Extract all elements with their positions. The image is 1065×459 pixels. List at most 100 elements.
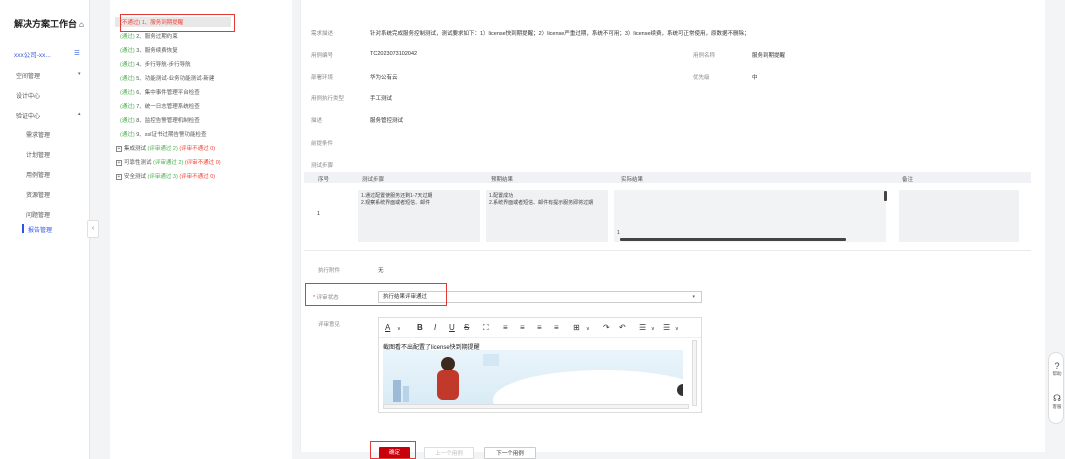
italic-icon[interactable]: I xyxy=(434,323,436,332)
exec-type-label: 用例执行类型 xyxy=(311,96,345,102)
tree-item[interactable]: (通过) 6、集中事件管理平台检查 xyxy=(120,88,200,96)
caret-down-icon: ▾ xyxy=(692,294,695,300)
nav-verification-center[interactable]: 验证中心 ▴ xyxy=(16,111,81,120)
desc-label: 描述 xyxy=(311,118,323,124)
nav-design-center[interactable]: 设计中心 xyxy=(16,91,40,100)
sidebar-item-reports[interactable]: 报告管理 xyxy=(28,225,52,234)
chevron-down-icon: ▾ xyxy=(78,71,81,77)
divider xyxy=(304,250,1031,251)
help-button[interactable]: ? 帮助 xyxy=(1049,361,1065,377)
editor-horizontal-scrollbar[interactable] xyxy=(383,404,689,409)
desc-value: 服务管控测试 xyxy=(370,118,404,124)
app-brand[interactable]: 解决方案工作台 ⌂ xyxy=(14,17,84,30)
attach-label: 执行附件 xyxy=(318,268,341,274)
row-step: 1.通过配置使服务还剩1-7天过期 2.观察系统界面或者短信、邮件 xyxy=(358,190,480,242)
th-remark: 备注 xyxy=(902,177,914,183)
bullet-list-icon[interactable]: ☰ xyxy=(639,323,646,332)
company-selector[interactable]: xxx公司-xx... ☰ xyxy=(14,49,80,59)
actual-result-field[interactable]: 1 xyxy=(614,190,886,242)
tree-item[interactable]: (通过) 5、功能测试-业务功能测试-新建 xyxy=(120,74,214,82)
tree-group-reliability[interactable]: + 可靠性测试 (评审通过 2) (评审不通过 0) xyxy=(116,158,221,166)
highlight-box xyxy=(305,283,447,306)
bold-icon[interactable]: B xyxy=(417,323,423,332)
sidebar-item-cases[interactable]: 用例管理 xyxy=(26,170,50,179)
sidebar-item-resources[interactable]: 资源管理 xyxy=(26,190,50,199)
undo-icon[interactable]: ↶ xyxy=(619,323,626,332)
fullscreen-icon[interactable]: ⛶ xyxy=(483,323,489,333)
strikethrough-icon[interactable]: S xyxy=(464,323,469,332)
precondition-label: 前提条件 xyxy=(311,141,334,147)
steps-table-header xyxy=(304,172,1031,183)
next-case-button[interactable]: 下一个用例 xyxy=(484,447,536,459)
align-right-icon[interactable]: ≡ xyxy=(537,323,542,332)
expand-icon[interactable]: + xyxy=(116,173,122,180)
priority-value: 中 xyxy=(752,75,758,81)
steps-label: 测试步骤 xyxy=(311,163,334,169)
tree-item[interactable]: (通过) 4、步行导航-步行导航 xyxy=(120,60,191,68)
env-value: 华为公有云 xyxy=(370,75,398,81)
expand-icon[interactable]: + xyxy=(116,159,122,166)
underline-icon[interactable]: U xyxy=(449,323,455,332)
expand-icon[interactable]: + xyxy=(116,145,122,152)
tree-group-security[interactable]: + 安全测试 (评审通过 3) (评审不通过 0) xyxy=(116,172,215,180)
chevron-up-icon: ▴ xyxy=(78,111,81,117)
headset-icon: ☊ xyxy=(1053,393,1061,403)
highlight-box xyxy=(120,14,235,32)
align-left-icon[interactable]: ≡ xyxy=(503,323,508,332)
th-expected: 预期结果 xyxy=(491,177,514,183)
editor-toolbar: A ∨ B I U S ⛶ ≡ ≡ ≡ ≡ ⊞ ∨ ↷ ↶ ☰ ∨ ☰ ∨ xyxy=(379,318,701,338)
req-label: 需求描述 xyxy=(311,31,334,37)
chevron-down-icon[interactable]: ∨ xyxy=(675,326,679,332)
review-opinion-label: 评审意见 xyxy=(318,322,341,328)
table-icon[interactable]: ⊞ xyxy=(573,323,580,332)
switch-icon[interactable]: ☰ xyxy=(74,49,80,57)
case-no-value: TC2023073102042 xyxy=(370,51,418,57)
horizontal-scrollbar[interactable] xyxy=(620,238,846,241)
sidebar-item-requirements[interactable]: 需求管理 xyxy=(26,130,50,139)
prev-case-button[interactable]: 上一个用例 xyxy=(424,447,474,459)
req-value: 针对系统完成服务控制测试，测试要求如下：1）license快到期提醒；2）lic… xyxy=(370,31,750,37)
attach-value: 无 xyxy=(378,268,384,274)
review-opinion-editor[interactable]: A ∨ B I U S ⛶ ≡ ≡ ≡ ≡ ⊞ ∨ ↷ ↶ ☰ ∨ ☰ ∨ 截图… xyxy=(378,317,713,430)
tree-item[interactable]: (通过) 3、服务续费恢复 xyxy=(120,46,178,54)
row-expected: 1.配置成功 2.系统界面或者短信、邮件有提示服务即将过期 xyxy=(486,190,608,242)
chevron-down-icon[interactable]: ∨ xyxy=(397,326,401,332)
home-icon[interactable]: ⌂ xyxy=(79,20,84,29)
case-name-label: 用例名称 xyxy=(693,53,716,59)
priority-label: 优先级 xyxy=(693,75,710,81)
th-no: 序号 xyxy=(318,177,330,183)
font-color-icon[interactable]: A xyxy=(385,323,390,332)
tree-item[interactable]: (通过) 7、统一日志管理系统检查 xyxy=(120,102,200,110)
collapse-sidebar-button[interactable]: ‹ xyxy=(87,220,99,238)
tree-item[interactable]: (通过) 2、服务过期约束 xyxy=(120,32,178,40)
case-tree xyxy=(110,0,292,459)
chevron-down-icon[interactable]: ∨ xyxy=(586,326,590,332)
row-no: 1 xyxy=(317,211,321,217)
person-illustration xyxy=(393,354,713,430)
redo-icon[interactable]: ↷ xyxy=(603,323,610,332)
attached-screenshot-image xyxy=(383,350,713,430)
editor-vertical-scrollbar[interactable] xyxy=(692,340,697,406)
tree-item[interactable]: (通过) 9、ssl证书过期告警功能检查 xyxy=(120,130,207,138)
sidebar-item-plans[interactable]: 计划管理 xyxy=(26,150,50,159)
chevron-down-icon[interactable]: ∨ xyxy=(651,326,655,332)
env-label: 部署环境 xyxy=(311,75,334,81)
justify-icon[interactable]: ≡ xyxy=(554,323,559,332)
customer-service-button[interactable]: ☊ 客服 xyxy=(1049,393,1065,410)
exec-type-value: 手工测试 xyxy=(370,96,393,102)
vertical-scrollbar[interactable] xyxy=(884,191,887,201)
tree-group-integration[interactable]: + 集成测试 (评审通过 2) (评审不通过 0) xyxy=(116,144,215,152)
active-indicator xyxy=(22,224,24,233)
brand-label: 解决方案工作台 xyxy=(14,19,78,29)
remark-field[interactable] xyxy=(899,190,1019,242)
help-icon: ? xyxy=(1054,361,1060,371)
company-label: xxx公司-xx... xyxy=(14,52,51,59)
numbered-list-icon[interactable]: ☰ xyxy=(663,323,670,332)
nav-space-management[interactable]: 空间管理 ▾ xyxy=(16,71,81,80)
tree-item[interactable]: (通过) 8、监控告警管理机制检查 xyxy=(120,116,200,124)
align-center-icon[interactable]: ≡ xyxy=(520,323,525,332)
sidebar-item-issues[interactable]: 问题管理 xyxy=(26,210,50,219)
th-actual: 实际结果 xyxy=(621,177,644,183)
highlight-box xyxy=(370,441,416,459)
case-name-value: 服务到期提醒 xyxy=(752,53,786,59)
